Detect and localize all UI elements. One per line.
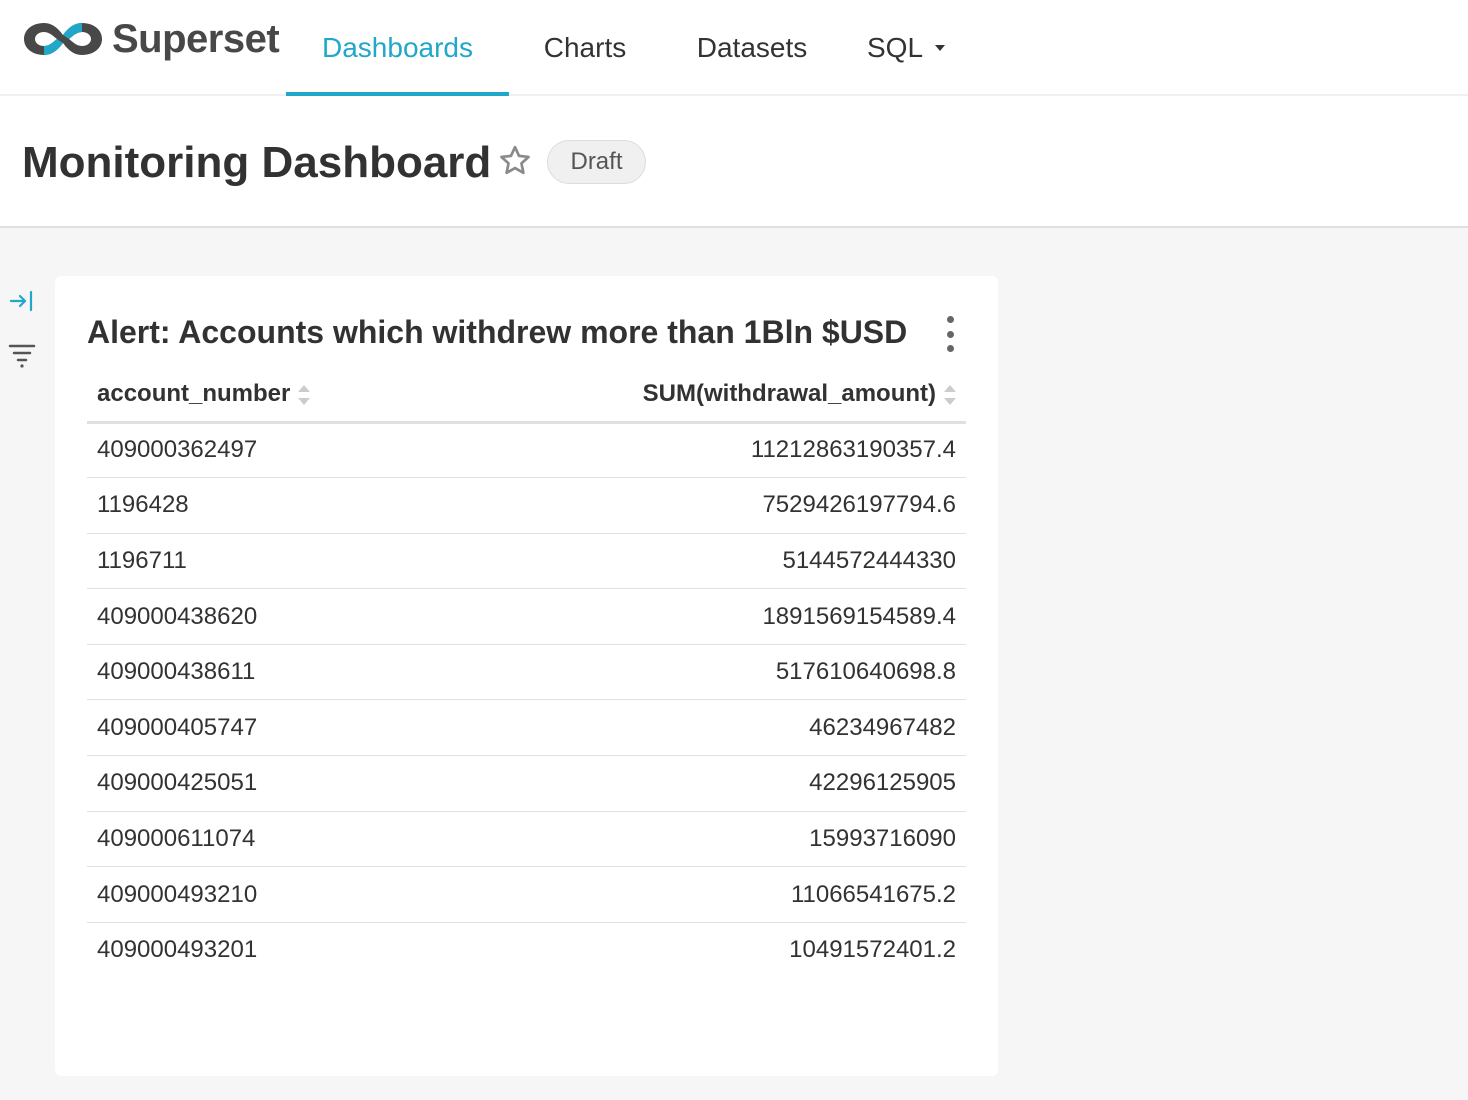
dashboard-header: Monitoring Dashboard Draft bbox=[0, 98, 1468, 228]
dashboard-title[interactable]: Monitoring Dashboard bbox=[22, 138, 491, 188]
withdrawal-sum-cell: 10491572401.2 bbox=[789, 936, 956, 964]
chart-title: Alert: Accounts which withdrew more than… bbox=[87, 314, 908, 350]
nav-charts-label: Charts bbox=[543, 32, 627, 63]
nav-dashboards-label: Dashboards bbox=[322, 32, 473, 63]
account-number-cell: 409000425051 bbox=[87, 755, 449, 812]
caret-down-icon bbox=[935, 45, 946, 51]
account-number-cell: 409000405747 bbox=[87, 699, 449, 757]
account-number-cell: 409000611074 bbox=[87, 811, 449, 868]
column-header-account-number[interactable]: account_number bbox=[87, 368, 449, 424]
table-row: 409000405747 46234967482 bbox=[87, 699, 966, 757]
account-number-cell: 409000362497 bbox=[87, 422, 449, 479]
table-row: 1196428 7529426197794.6 bbox=[87, 477, 966, 534]
column-header-label: account_number bbox=[97, 380, 291, 408]
brand-logo[interactable]: Superset bbox=[22, 16, 280, 62]
superset-logo-icon bbox=[24, 23, 102, 55]
withdrawal-sum-cell: 15993716090 bbox=[448, 811, 966, 868]
chart-card: Alert: Accounts which withdrew more than… bbox=[55, 276, 998, 1076]
table-row: 409000425051 42296125905 bbox=[87, 755, 966, 812]
withdrawal-sum-cell: 11212863190357.4 bbox=[448, 422, 966, 479]
account-number-cell: 1196428 bbox=[87, 477, 449, 534]
table-row: 409000493210 11066541675.2 bbox=[87, 866, 966, 923]
withdrawal-sum-cell: 517610640698.8 bbox=[448, 644, 966, 701]
account-number-cell: 409000493201 bbox=[97, 936, 258, 964]
account-number-cell: 1196711 bbox=[87, 533, 449, 590]
column-header-withdrawal-sum[interactable]: SUM(withdrawal_amount) bbox=[448, 368, 966, 424]
filter-icon[interactable] bbox=[8, 342, 36, 370]
nav-datasets[interactable]: Datasets bbox=[676, 0, 828, 96]
nav-datasets-label: Datasets bbox=[696, 32, 808, 63]
expand-panel-icon[interactable] bbox=[8, 288, 36, 314]
withdrawal-sum-cell: 46234967482 bbox=[448, 699, 966, 757]
withdrawal-sum-cell: 42296125905 bbox=[448, 755, 966, 812]
column-header-label: SUM(withdrawal_amount) bbox=[642, 380, 936, 408]
table-row: 409000438620 1891569154589.4 bbox=[87, 588, 966, 645]
status-badge[interactable]: Draft bbox=[547, 140, 646, 184]
withdrawal-sum-cell: 1891569154589.4 bbox=[448, 588, 966, 645]
account-number-cell: 409000438620 bbox=[87, 588, 449, 645]
top-navbar: Superset Dashboards Charts Datasets SQL bbox=[0, 0, 1468, 96]
nav-active-indicator bbox=[286, 92, 509, 96]
nav-sql-label: SQL bbox=[866, 32, 924, 63]
dashboard-body: Alert: Accounts which withdrew more than… bbox=[0, 228, 1468, 1100]
withdrawal-sum-cell: 7529426197794.6 bbox=[448, 477, 966, 534]
table-header-row: account_number SUM(withdrawal_amount) bbox=[87, 368, 966, 424]
account-number-cell: 409000493210 bbox=[87, 866, 449, 923]
withdrawal-sum-cell: 5144572444330 bbox=[448, 533, 966, 590]
account-number-cell: 409000438611 bbox=[87, 644, 449, 701]
more-vertical-icon[interactable] bbox=[942, 314, 958, 354]
sort-icon[interactable] bbox=[944, 384, 956, 405]
table-row: 409000493201 10491572401.2 bbox=[87, 922, 966, 978]
table-row: 1196711 5144572444330 bbox=[87, 533, 966, 590]
nav-dashboards[interactable]: Dashboards bbox=[286, 0, 509, 96]
sort-icon[interactable] bbox=[298, 384, 311, 405]
brand-name: Superset bbox=[112, 16, 280, 61]
nav-charts[interactable]: Charts bbox=[520, 0, 650, 96]
table-row: 409000438611 517610640698.8 bbox=[87, 644, 966, 701]
star-outline-icon[interactable] bbox=[497, 143, 533, 179]
table-row: 409000611074 15993716090 bbox=[87, 811, 966, 868]
nav-sql[interactable]: SQL bbox=[856, 0, 956, 96]
table-row: 409000362497 11212863190357.4 bbox=[87, 422, 966, 479]
data-table: account_number SUM(withdrawal_amount) 40… bbox=[87, 368, 966, 978]
withdrawal-sum-cell: 11066541675.2 bbox=[448, 866, 966, 923]
